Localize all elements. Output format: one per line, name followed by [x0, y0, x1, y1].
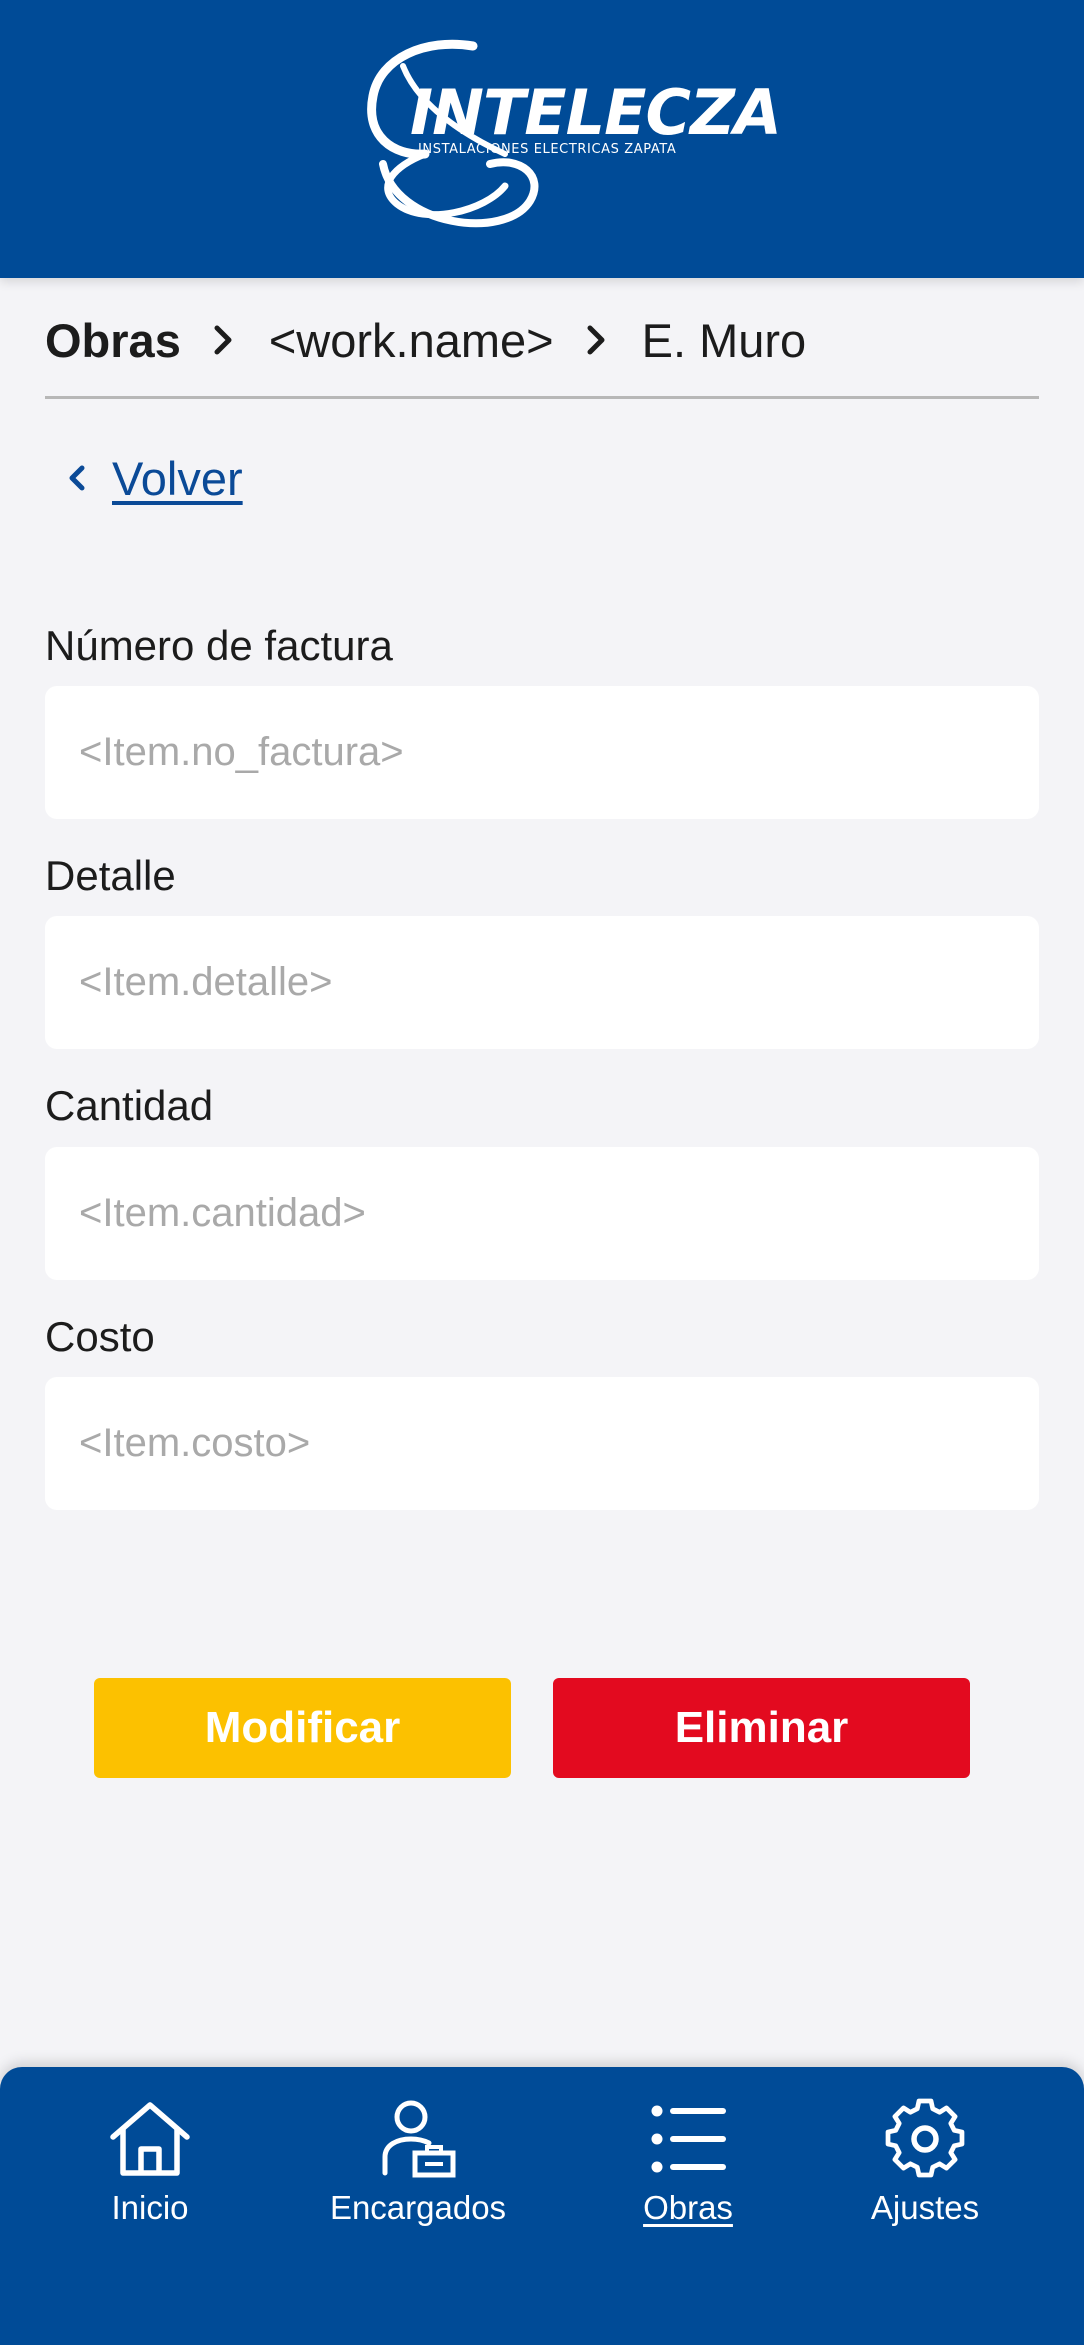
- nav-label-obras: Obras: [643, 2189, 733, 2226]
- logo-brand-name: INTELECZA: [410, 76, 782, 149]
- back-link[interactable]: Volver: [62, 448, 243, 508]
- invoice-number-label: Número de factura: [45, 622, 393, 669]
- invoice-number-input[interactable]: [45, 686, 1039, 819]
- detail-label: Detalle: [45, 852, 176, 899]
- breadcrumb-divider: [45, 396, 1039, 399]
- nav-label-ajustes: Ajustes: [870, 2189, 980, 2226]
- home-icon: [110, 2102, 190, 2176]
- modify-button[interactable]: Modificar: [94, 1678, 511, 1778]
- breadcrumb-item-work[interactable]: <work.name>: [269, 313, 554, 368]
- quantity-input[interactable]: [45, 1147, 1039, 1280]
- nav-label-inicio: Inicio: [111, 2189, 189, 2226]
- nav-item-encargados[interactable]: Encargados: [318, 2097, 518, 2237]
- breadcrumb: Obras <work.name> E. Muro: [45, 310, 1039, 370]
- back-link-label: Volver: [112, 451, 243, 505]
- bottom-nav: Inicio Encargados Obras Ajustes: [0, 2067, 1084, 2345]
- user-badge-icon: [382, 2100, 456, 2178]
- cost-input[interactable]: [45, 1377, 1039, 1510]
- nav-item-ajustes[interactable]: Ajustes: [825, 2097, 1025, 2237]
- intelecza-logo: INTELECZA INSTALACIONES ELECTRICAS ZAPAT…: [355, 36, 782, 244]
- gear-icon: [885, 2098, 965, 2178]
- app-header: INTELECZA INSTALACIONES ELECTRICAS ZAPAT…: [0, 0, 1084, 278]
- detail-input[interactable]: [45, 916, 1039, 1049]
- chevron-right-icon: [214, 325, 232, 355]
- chevron-left-icon: [69, 465, 85, 491]
- nav-item-inicio[interactable]: Inicio: [50, 2097, 250, 2237]
- delete-button[interactable]: Eliminar: [553, 1678, 970, 1778]
- cost-label: Costo: [45, 1313, 155, 1360]
- breadcrumb-item-current: E. Muro: [641, 313, 807, 367]
- nav-item-obras[interactable]: Obras: [588, 2097, 788, 2237]
- quantity-label: Cantidad: [45, 1082, 214, 1129]
- logo-tagline: INSTALACIONES ELECTRICAS ZAPATA: [418, 142, 677, 157]
- breadcrumb-item-obras[interactable]: Obras: [45, 313, 181, 368]
- list-icon: [651, 2105, 726, 2173]
- nav-label-encargados: Encargados: [329, 2189, 507, 2226]
- chevron-right-icon: [587, 325, 605, 355]
